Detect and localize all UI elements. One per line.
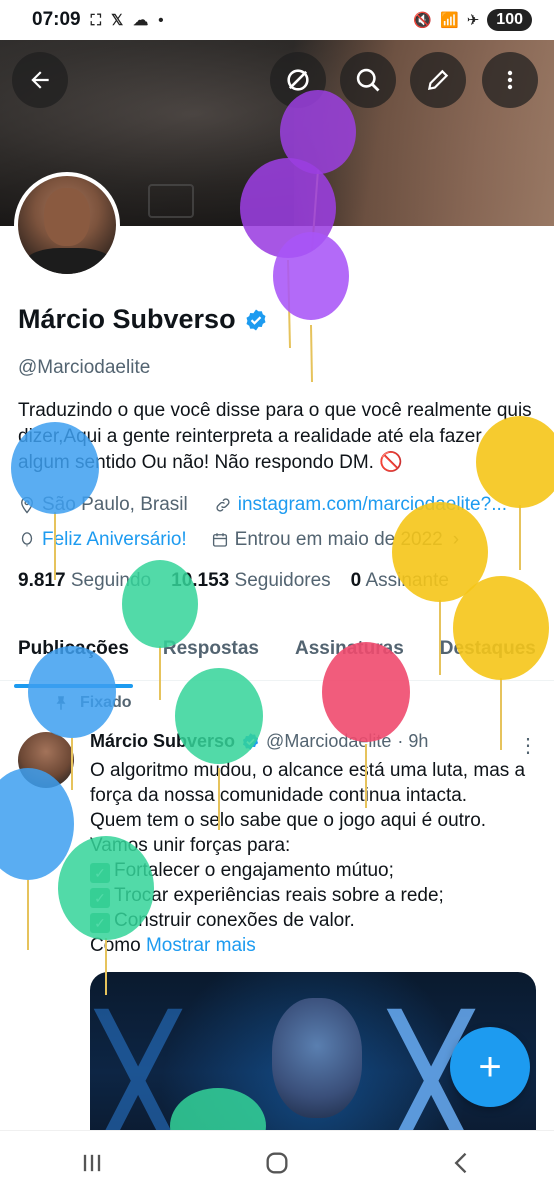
post-header: Márcio Subverso @Marciodaelite · 9h bbox=[90, 731, 428, 752]
x-logo-icon: 𝕏 bbox=[111, 12, 124, 29]
grok-button[interactable] bbox=[270, 52, 326, 108]
location-icon bbox=[21, 496, 33, 514]
post-item-3-text: Construir conexões de valor. bbox=[114, 910, 355, 931]
calendar-icon bbox=[212, 533, 227, 547]
check-icon: ✓ bbox=[90, 913, 110, 933]
banner-logo bbox=[148, 184, 194, 218]
profile-tabs: Publicações Respostas Assinaturas Destaq… bbox=[0, 628, 554, 688]
subscribers-stat[interactable]: 0 Assinante bbox=[351, 570, 449, 592]
post-more-icon[interactable]: ⋮ bbox=[518, 733, 538, 758]
media-person bbox=[272, 998, 362, 1118]
home-button[interactable] bbox=[237, 1149, 317, 1184]
status-time: 07:09 bbox=[32, 9, 81, 30]
edit-button[interactable] bbox=[410, 52, 466, 108]
post-item-1-text: Fortalecer o engajamento mútuo; bbox=[114, 860, 394, 881]
post-tail: Como Mostrar mais bbox=[90, 933, 540, 958]
profile-name: Márcio Subverso bbox=[18, 304, 236, 334]
check-icon: ✓ bbox=[90, 888, 110, 908]
battery-indicator: 100 bbox=[487, 9, 532, 31]
link-icon bbox=[216, 498, 230, 512]
search-icon bbox=[356, 68, 380, 92]
edit-icon bbox=[427, 69, 449, 91]
post-line-2: Quem tem o selo sabe que o jogo aqui é o… bbox=[90, 810, 487, 831]
avatar-face bbox=[44, 188, 90, 246]
post-item-2: ✓ Trocar experiências reais sobre a rede; bbox=[90, 883, 540, 908]
more-button[interactable] bbox=[482, 52, 538, 108]
profile-meta-row-1: São Paulo, Brasil instagram.com/marcioda… bbox=[18, 494, 507, 516]
pin-icon bbox=[56, 696, 66, 710]
compose-button[interactable]: + bbox=[450, 1027, 530, 1107]
profile-name-row: Márcio Subverso bbox=[18, 304, 268, 335]
post-author[interactable]: Márcio Subverso bbox=[90, 731, 235, 752]
status-bar: 07:09 ⛶ 𝕏 ☁ • 🔇 📶 ✈ 100 bbox=[0, 0, 554, 40]
pinned-indicator: Fixado bbox=[52, 694, 132, 712]
post-handle[interactable]: @Marciodaelite bbox=[266, 731, 391, 752]
system-nav-bar bbox=[0, 1130, 554, 1201]
mute-icon: 🔇 bbox=[413, 12, 433, 29]
chevron-left-icon bbox=[454, 1152, 466, 1173]
profile-location: São Paulo, Brasil bbox=[42, 494, 188, 515]
grok-icon bbox=[287, 69, 309, 91]
status-left: 07:09 ⛶ 𝕏 ☁ • bbox=[32, 9, 163, 31]
post-time: · 9h bbox=[397, 731, 429, 751]
status-right: 🔇 📶 ✈ 100 bbox=[413, 9, 532, 31]
followers-label: Seguidores bbox=[234, 570, 331, 591]
verified-badge-icon[interactable] bbox=[244, 308, 268, 332]
following-label: Seguindo bbox=[70, 570, 152, 591]
tab-publicacoes[interactable]: Publicações bbox=[14, 628, 133, 688]
post-tail-text: Como bbox=[90, 935, 141, 956]
profile-handle: @Marciodaelite bbox=[18, 357, 151, 378]
balloon-icon bbox=[21, 532, 33, 547]
post-item-1: ✓ Fortalecer o engajamento mútuo; bbox=[90, 858, 540, 883]
followers-count: 10.153 bbox=[171, 570, 230, 591]
profile-website-link[interactable]: instagram.com/marciodaelite?... bbox=[238, 494, 507, 516]
airplane-icon: ✈ bbox=[466, 12, 480, 29]
verified-badge-icon bbox=[243, 733, 259, 750]
following-count: 9.817 bbox=[18, 570, 66, 591]
subscribers-label: Assinante bbox=[365, 570, 449, 591]
profile-avatar[interactable] bbox=[14, 172, 120, 278]
wifi-icon: 📶 bbox=[440, 12, 459, 29]
balloon-blue-3 bbox=[0, 768, 74, 950]
birthday-link[interactable]: Feliz Aniversário! bbox=[42, 529, 187, 551]
chevron-right-icon[interactable]: › bbox=[453, 529, 459, 551]
recent-apps-icon bbox=[84, 1154, 101, 1171]
arrow-left-icon bbox=[31, 71, 49, 89]
post-line-1: O algoritmo mudou, o alcance está uma lu… bbox=[90, 760, 526, 806]
tab-assinaturas[interactable]: Assinaturas bbox=[295, 628, 404, 680]
tab-respostas[interactable]: Respostas bbox=[163, 628, 259, 680]
pinned-label: Fixado bbox=[80, 694, 132, 711]
plus-icon: + bbox=[478, 1044, 502, 1089]
screenshot-icon: ⛶ bbox=[90, 11, 102, 29]
show-more-link[interactable]: Mostrar mais bbox=[146, 935, 256, 956]
search-button[interactable] bbox=[340, 52, 396, 108]
post-line-3: Vamos unir forças para: bbox=[90, 835, 291, 856]
followers-stat[interactable]: 10.153 Seguidores bbox=[171, 570, 331, 592]
post-item-2-text: Trocar experiências reais sobre a rede; bbox=[114, 885, 444, 906]
more-vertical-icon bbox=[507, 70, 513, 90]
back-nav-button[interactable] bbox=[422, 1149, 502, 1184]
check-icon: ✓ bbox=[90, 863, 110, 883]
tab-destaques[interactable]: Destaques bbox=[440, 628, 536, 680]
profile-bio: Traduzindo o que você disse para o que v… bbox=[18, 400, 532, 473]
recent-apps-button[interactable] bbox=[52, 1149, 132, 1184]
profile-meta-row-2: Feliz Aniversário! Entrou em maio de 202… bbox=[18, 529, 459, 551]
post-avatar[interactable] bbox=[18, 732, 74, 788]
post-body[interactable]: O algoritmo mudou, o alcance está uma lu… bbox=[90, 758, 540, 958]
balloon-purple-3 bbox=[273, 232, 349, 383]
cloud-icon: ☁ bbox=[133, 12, 149, 29]
home-icon bbox=[266, 1152, 288, 1173]
back-button[interactable] bbox=[12, 52, 68, 108]
avatar-shirt bbox=[24, 248, 114, 274]
post-item-3: ✓ Construir conexões de valor. bbox=[90, 908, 540, 933]
following-stat[interactable]: 9.817 Seguindo bbox=[18, 570, 151, 592]
profile-joined: Entrou em maio de 2022 bbox=[234, 529, 443, 550]
dot-icon: • bbox=[158, 11, 164, 29]
profile-stats: 9.817 Seguindo 10.153 Seguidores 0 Assin… bbox=[18, 570, 449, 592]
subscribers-count: 0 bbox=[350, 570, 362, 591]
